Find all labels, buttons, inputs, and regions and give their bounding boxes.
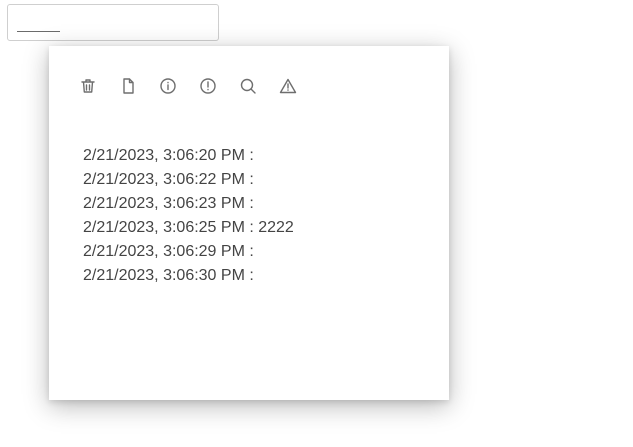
info-icon[interactable] bbox=[159, 76, 199, 96]
log-list: 2/21/2023, 3:06:20 PM : 2/21/2023, 3:06:… bbox=[83, 144, 294, 288]
log-entry: 2/21/2023, 3:06:29 PM : bbox=[83, 243, 254, 260]
file-icon[interactable] bbox=[119, 76, 159, 96]
search-icon[interactable] bbox=[239, 76, 279, 96]
trash-icon[interactable] bbox=[79, 76, 119, 96]
log-entry: 2/21/2023, 3:06:25 PM : 2222 bbox=[83, 219, 294, 236]
log-entry: 2/21/2023, 3:06:20 PM : bbox=[83, 147, 254, 164]
log-entry: 2/21/2023, 3:06:23 PM : bbox=[83, 195, 254, 212]
log-entry: 2/21/2023, 3:06:22 PM : bbox=[83, 171, 254, 188]
toolbar bbox=[79, 76, 319, 96]
alert-circle-icon[interactable] bbox=[199, 76, 239, 96]
warning-icon[interactable] bbox=[279, 76, 319, 96]
log-entry: 2/21/2023, 3:06:30 PM : bbox=[83, 267, 254, 284]
text-input[interactable] bbox=[7, 4, 219, 41]
log-panel: 2/21/2023, 3:06:20 PM : 2/21/2023, 3:06:… bbox=[49, 46, 449, 400]
input-underline bbox=[17, 31, 60, 32]
